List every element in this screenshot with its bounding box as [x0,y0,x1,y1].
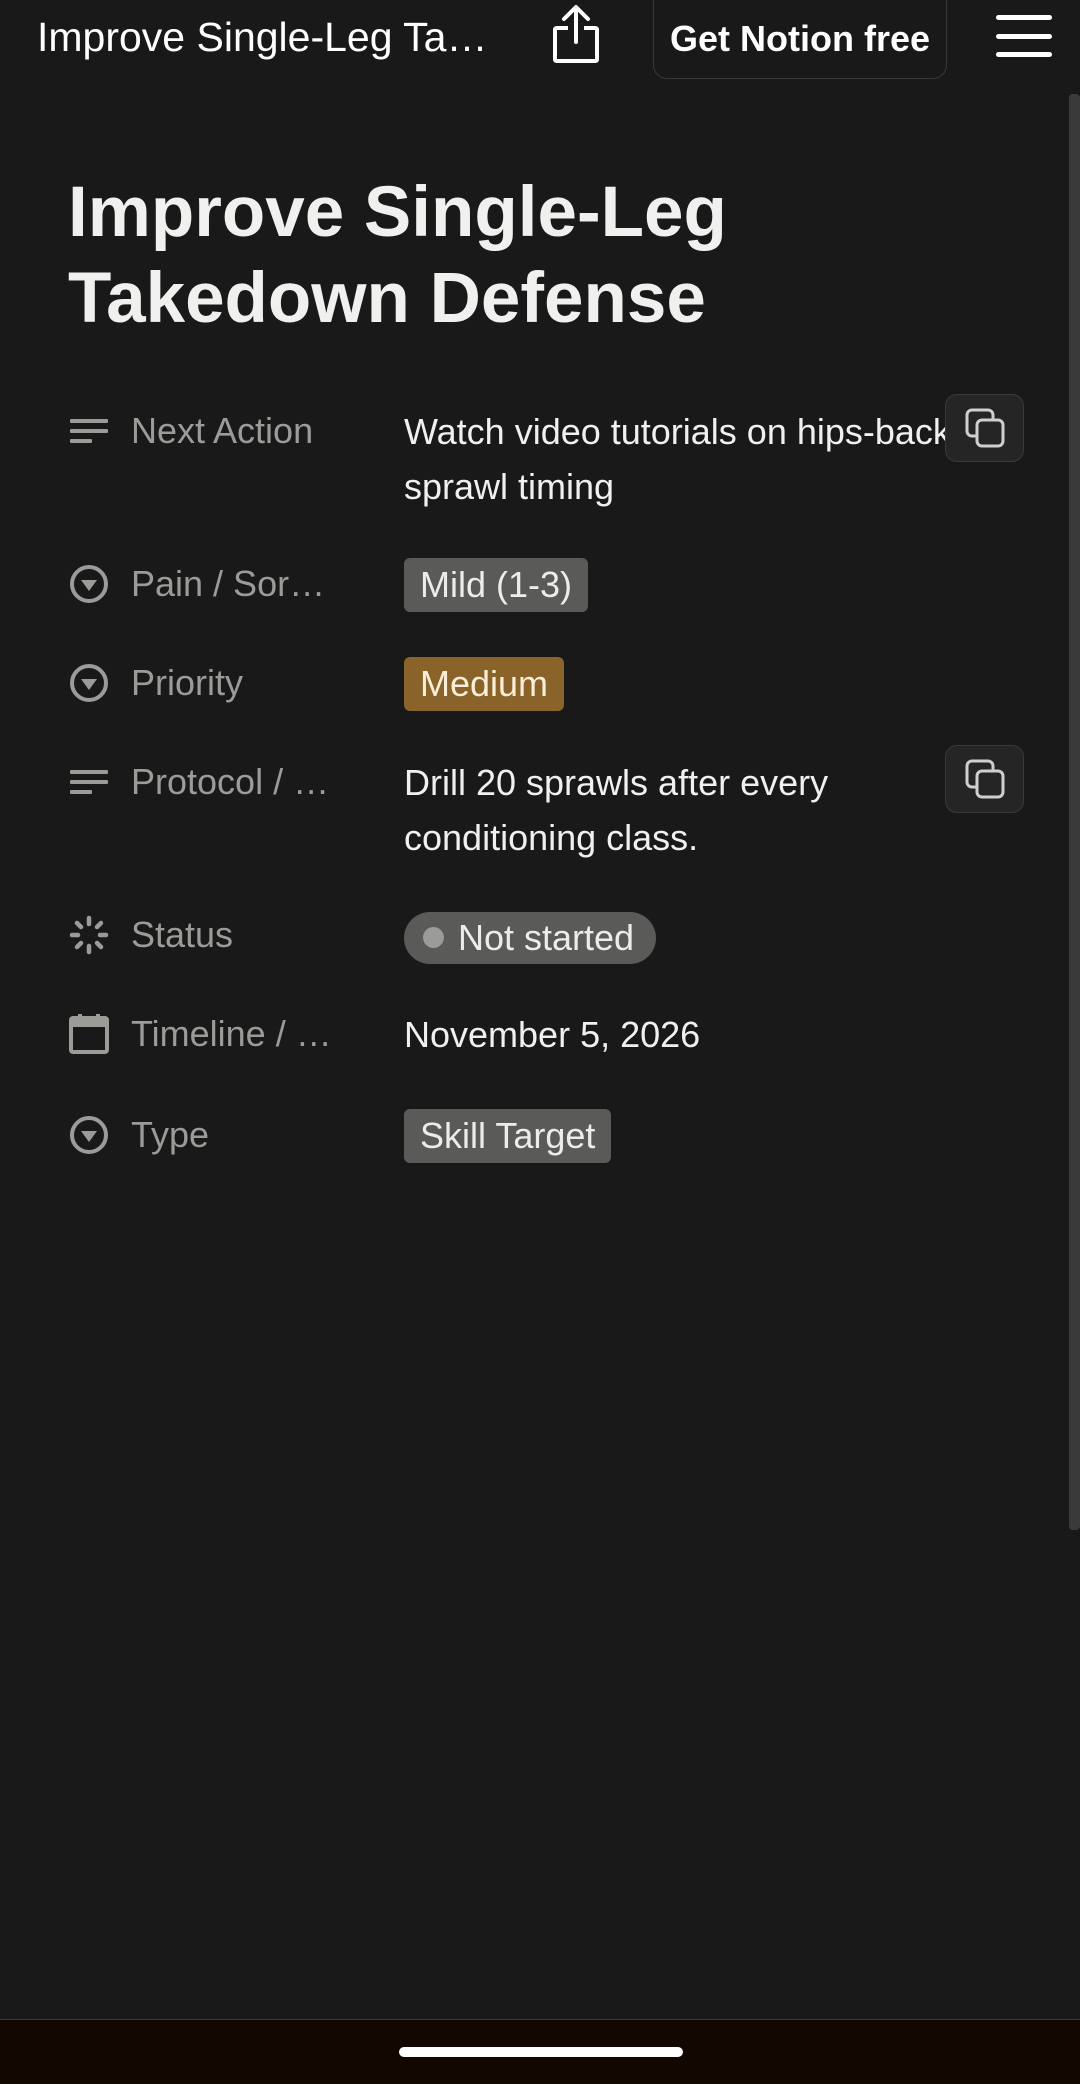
scrollbar[interactable] [1069,94,1080,1530]
property-label[interactable]: Priority [68,656,388,710]
top-bar: Improve Single-Leg Tak… Get Notion free [0,0,1080,79]
status-value[interactable]: Not started [404,908,1014,964]
status-pill: Not started [404,911,657,964]
select-icon [68,1114,110,1156]
home-indicator[interactable] [399,2047,683,2057]
property-label[interactable]: Next Action [68,404,388,458]
protocol-value[interactable]: Drill 20 sprawls after every conditionin… [404,755,954,865]
share-icon [553,5,599,63]
text-lines-icon [68,761,110,803]
property-name: Pain / Sore… [131,563,341,604]
property-name: Status [131,914,234,955]
priority-value[interactable]: Medium [404,656,1014,711]
copy-icon [965,759,1004,799]
property-label[interactable]: Protocol / … [68,755,388,809]
menu-line [996,52,1052,57]
page-title: Improve Single-Leg Takedown Defense [68,173,727,338]
status-spinner-icon [68,914,110,956]
select-tag: Mild (1-3) [404,558,589,612]
property-name: Timeline / … [131,1013,332,1054]
share-button[interactable] [548,2,604,66]
text-lines-icon [68,410,110,452]
copy-button[interactable] [945,394,1024,462]
pain-soreness-value[interactable]: Mild (1-3) [404,557,1014,612]
type-value[interactable]: Skill Target [404,1108,1014,1163]
calendar-icon [68,1013,110,1055]
property-name: Protocol / … [131,761,330,802]
timeline-value[interactable]: November 5, 2026 [404,1007,1014,1062]
next-action-value[interactable]: Watch video tutorials on hips-back spraw… [404,404,954,514]
header-page-title: Improve Single-Leg Tak… [37,14,507,60]
property-name: Priority [131,662,244,703]
property-label[interactable]: Timeline / … [68,1007,388,1061]
hamburger-menu-icon[interactable] [993,10,1055,62]
property-label[interactable]: Status [68,908,388,962]
get-notion-free-button[interactable]: Get Notion free [653,0,947,79]
copy-button[interactable] [945,745,1024,813]
system-navigation-bar [0,2019,1080,2084]
menu-line [996,33,1052,39]
property-name: Type [131,1114,210,1155]
select-icon [68,662,110,704]
property-label[interactable]: Pain / Sore… [68,557,388,611]
select-tag: Skill Target [404,1109,612,1163]
menu-line [996,15,1052,20]
select-tag: Medium [404,657,565,711]
copy-icon [965,408,1004,448]
property-label[interactable]: Type [68,1108,388,1162]
status-text: Not started [458,917,635,958]
status-dot-icon [423,927,444,948]
property-name: Next Action [131,410,314,451]
select-icon [68,563,110,605]
